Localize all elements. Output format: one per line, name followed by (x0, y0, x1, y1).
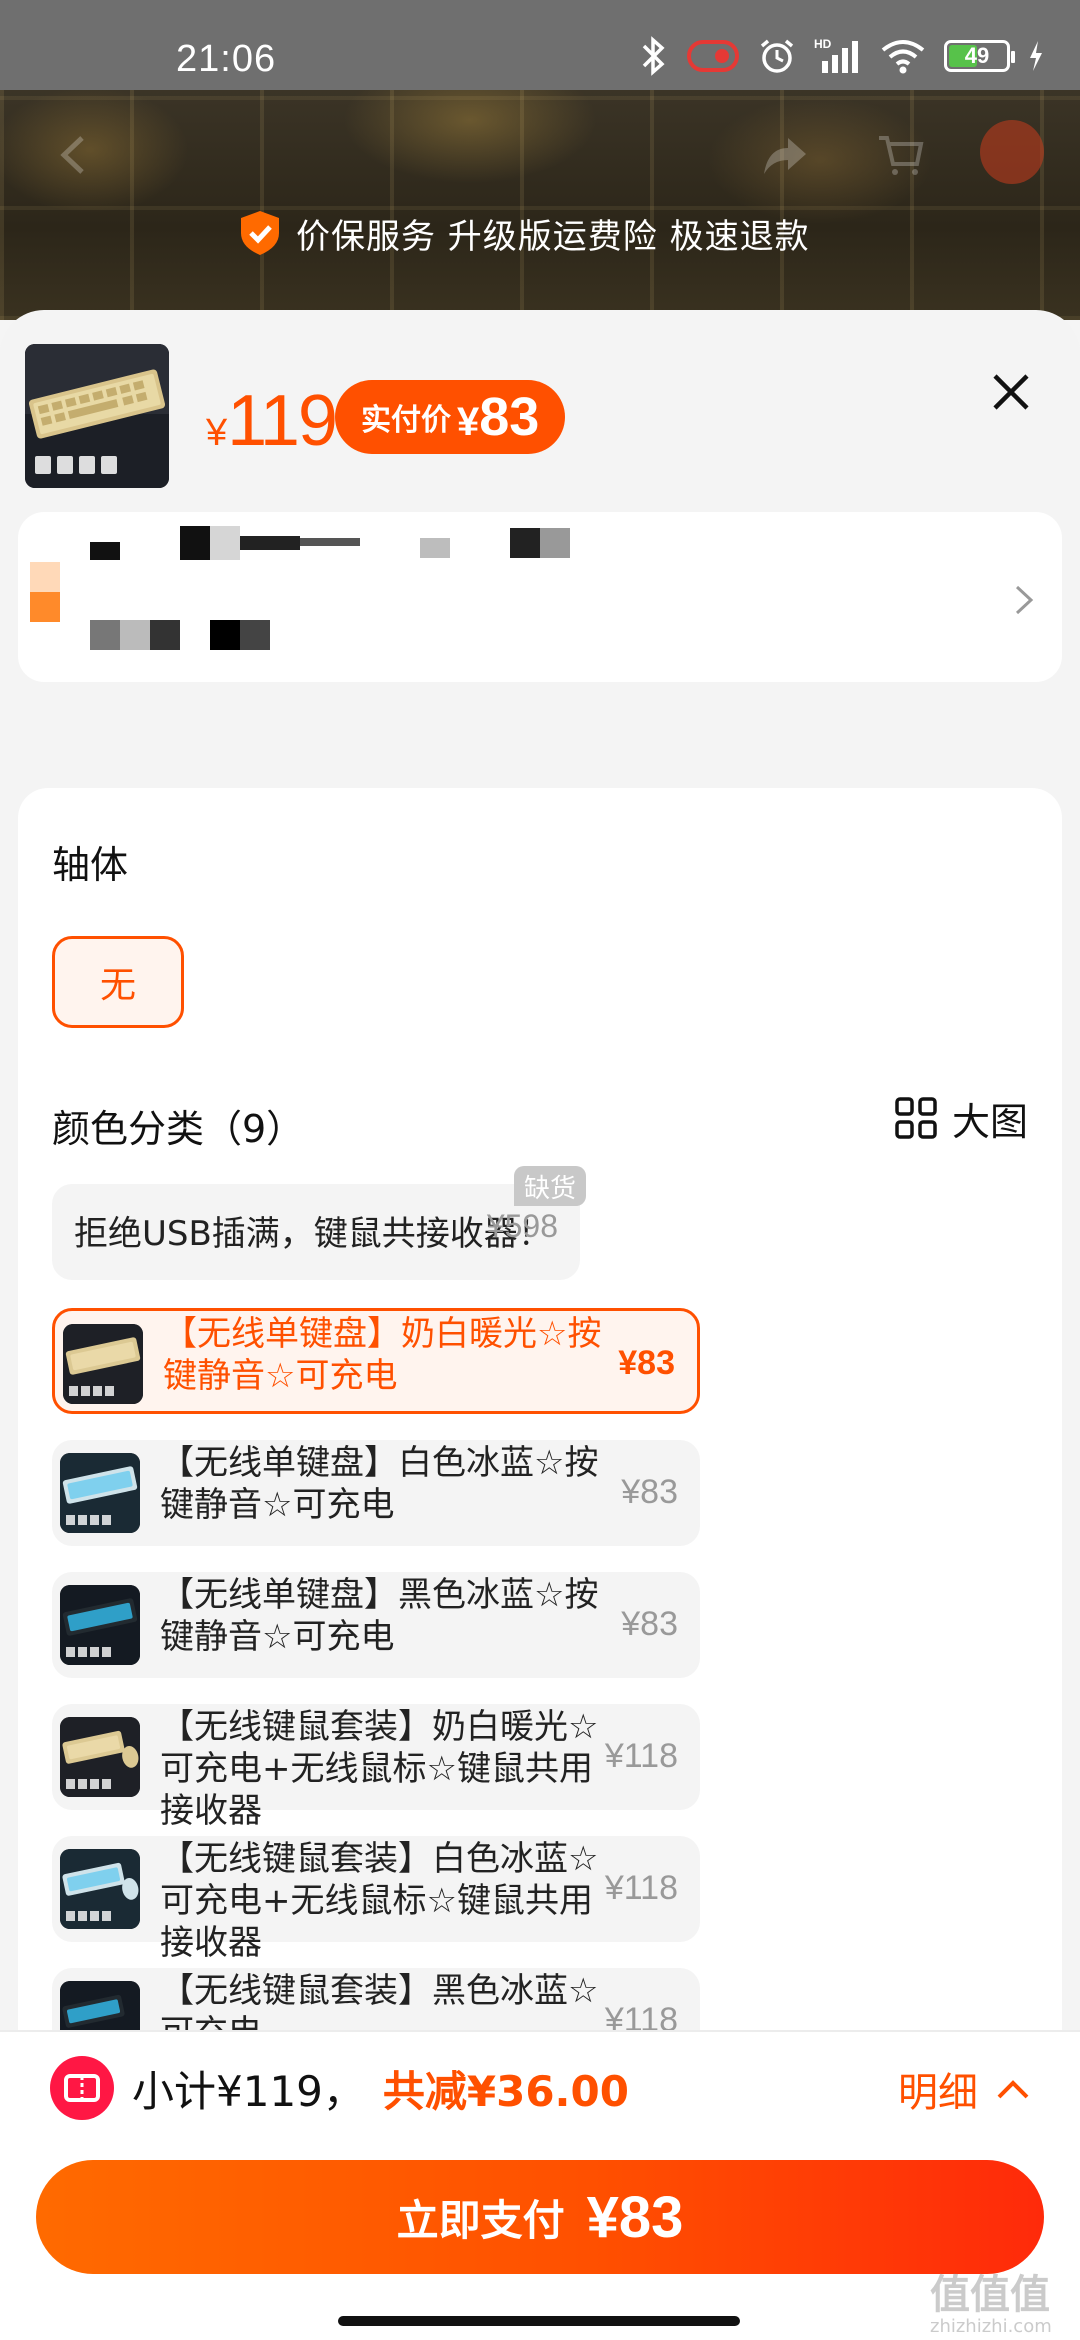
alarm-icon (760, 39, 794, 73)
redacted-info-card[interactable] (18, 512, 1062, 682)
product-thumbnail[interactable] (25, 344, 169, 488)
actual-price-badge: 实付价 ¥83 (335, 380, 566, 454)
option-label: 【无线单键盘】奶白暖光☆按键静音☆可充电 (163, 1314, 602, 1396)
color-option-5[interactable]: 【无线键鼠套装】白色冰蓝☆可充电+无线鼠标☆键鼠共用接收器 ¥118 (52, 1836, 700, 1963)
option-price: ¥598 (486, 1208, 558, 1244)
more-icon[interactable] (980, 120, 1044, 184)
big-picture-label: 大图 (951, 1099, 1028, 1144)
color-option-1[interactable]: 【无线单键盘】奶白暖光☆按键静音☆可充电 ¥83 (52, 1308, 700, 1414)
chevron-right-icon (1015, 585, 1034, 615)
option-usb-receiver[interactable]: 拒绝USB插满，键鼠共接收器！ ¥598 (52, 1184, 580, 1280)
option-price: ¥118 (604, 1737, 678, 1775)
charging-icon (1030, 41, 1042, 71)
camera-indicator-icon (687, 40, 739, 72)
axis-option-none[interactable]: 无 (52, 936, 184, 1028)
option-thumbnail (63, 1324, 143, 1404)
option-price: ¥83 (621, 1605, 678, 1643)
option-price: ¥118 (604, 1869, 678, 1907)
color-option-2[interactable]: 【无线单键盘】白色冰蓝☆按键静音☆可充电 ¥83 (52, 1440, 700, 1546)
option-label: 拒绝USB插满，键鼠共接收器！ (74, 1214, 552, 1254)
pay-now-label: 立即支付 (396, 2195, 565, 2245)
detail-button[interactable]: 明细 (898, 2060, 1030, 2118)
option-thumbnail (60, 1717, 140, 1797)
product-hero-image: 价保服务 升级版运费险 极速退款 (0, 90, 1080, 320)
color-title: 颜色分类（9） (52, 1107, 305, 1151)
option-label: 【无线键鼠套装】白色冰蓝☆可充电+无线鼠标☆键鼠共用接收器 (160, 1839, 599, 1963)
detail-label: 明细 (898, 2070, 978, 2116)
subtotal-text: 小计¥119， (132, 2067, 365, 2116)
big-picture-toggle[interactable]: 大图 (894, 1090, 1028, 1146)
bluetooth-icon (642, 36, 665, 76)
share-icon[interactable] (760, 130, 810, 180)
axis-title: 轴体 (52, 843, 129, 887)
color-option-3[interactable]: 【无线单键盘】黑色冰蓝☆按键静音☆可充电 ¥83 (52, 1572, 700, 1678)
coupon-icon (50, 2056, 114, 2120)
option-label: 【无线单键盘】白色冰蓝☆按键静音☆可充电 (160, 1443, 599, 1525)
pay-now-amount: ¥83 (586, 2184, 684, 2250)
discount-text: 共减¥36.00 (382, 2067, 629, 2116)
service-text: 价保服务 升级版运费险 极速退款 (296, 216, 810, 257)
option-price: ¥83 (621, 1473, 678, 1511)
chevron-up-icon (997, 2080, 1029, 2099)
status-bar: 21:06 HD 49 (0, 0, 1080, 90)
subtotal-summary: 小计¥119， 共减¥36.00 (132, 2058, 629, 2119)
back-icon[interactable] (50, 130, 100, 180)
shield-icon (241, 211, 279, 255)
color-option-4[interactable]: 【无线键鼠套装】奶白暖光☆可充电+无线鼠标☆键鼠共用接收器 ¥118 (52, 1704, 700, 1831)
home-indicator[interactable] (338, 2316, 740, 2326)
close-icon[interactable] (985, 366, 1037, 418)
pay-now-button[interactable]: 立即支付 ¥83 (36, 2160, 1044, 2274)
option-price: ¥83 (618, 1344, 675, 1382)
option-label: 【无线单键盘】黑色冰蓝☆按键静音☆可充电 (160, 1575, 599, 1657)
status-time: 21:06 (176, 38, 277, 80)
wifi-icon (881, 40, 925, 74)
signal-icon: HD (814, 37, 858, 73)
option-label: 【无线键鼠套装】奶白暖光☆可充电+无线鼠标☆键鼠共用接收器 (160, 1707, 599, 1831)
option-thumbnail (60, 1585, 140, 1665)
status-icons: HD 49 (638, 32, 1044, 80)
grid-icon (895, 1097, 937, 1139)
svg-text:HD: HD (814, 37, 832, 51)
out-of-stock-badge: 缺货 (514, 1166, 586, 1206)
battery-icon: 49 (944, 40, 1015, 72)
option-thumbnail (60, 1849, 140, 1929)
option-thumbnail (60, 1453, 140, 1533)
watermark: 值值值 zhizhizhi.com (930, 2272, 1052, 2337)
original-price: ¥119 (206, 381, 338, 461)
cart-icon[interactable] (875, 130, 925, 180)
checkout-bar: 小计¥119， 共减¥36.00 明细 立即支付 ¥83 (0, 2030, 1080, 2340)
service-guarantee: 价保服务 升级版运费险 极速退款 (238, 208, 810, 258)
